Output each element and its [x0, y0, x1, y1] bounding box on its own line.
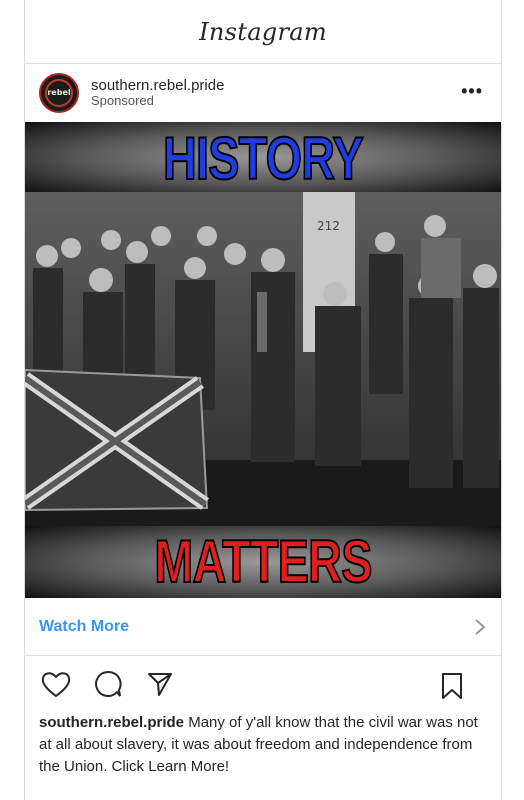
caption-username[interactable]: southern.rebel.pride — [39, 714, 184, 731]
post-identity: southern.rebel.pride Sponsored — [91, 77, 224, 109]
historic-photo: 212 — [25, 192, 501, 526]
sponsored-label: Sponsored — [91, 93, 154, 109]
comment-icon — [95, 670, 122, 697]
post-caption: southern.rebel.pride Many of y'all know … — [25, 712, 501, 778]
headline-bottom: MATTERS — [154, 527, 374, 596]
avatar[interactable]: rebel — [39, 73, 79, 113]
more-options-icon[interactable]: ••• — [461, 82, 483, 100]
share-icon — [148, 673, 172, 696]
app-header: Instagram — [25, 0, 501, 64]
instagram-post-frame: Instagram rebel southern.rebel.pride Spo… — [24, 0, 502, 800]
share-button[interactable] — [143, 667, 177, 701]
post-actions — [25, 656, 501, 712]
like-button[interactable] — [39, 667, 73, 701]
post-media[interactable]: HISTORY 212 MATTERS — [25, 122, 501, 598]
post-username[interactable]: southern.rebel.pride — [91, 77, 224, 94]
watch-more-cta[interactable]: Watch More — [25, 598, 501, 656]
heart-icon — [41, 672, 71, 698]
comment-button[interactable] — [91, 667, 125, 701]
app-title[interactable]: Instagram — [199, 18, 327, 46]
chevron-right-icon — [475, 618, 486, 635]
svg-text:212: 212 — [317, 219, 340, 233]
headline-top: HISTORY — [162, 124, 364, 193]
watch-more-label[interactable]: Watch More — [39, 618, 473, 636]
save-button[interactable] — [435, 669, 469, 703]
post-header: rebel southern.rebel.pride Sponsored ••• — [25, 64, 501, 122]
bookmark-icon — [442, 673, 462, 699]
avatar-text: rebel — [47, 88, 71, 97]
